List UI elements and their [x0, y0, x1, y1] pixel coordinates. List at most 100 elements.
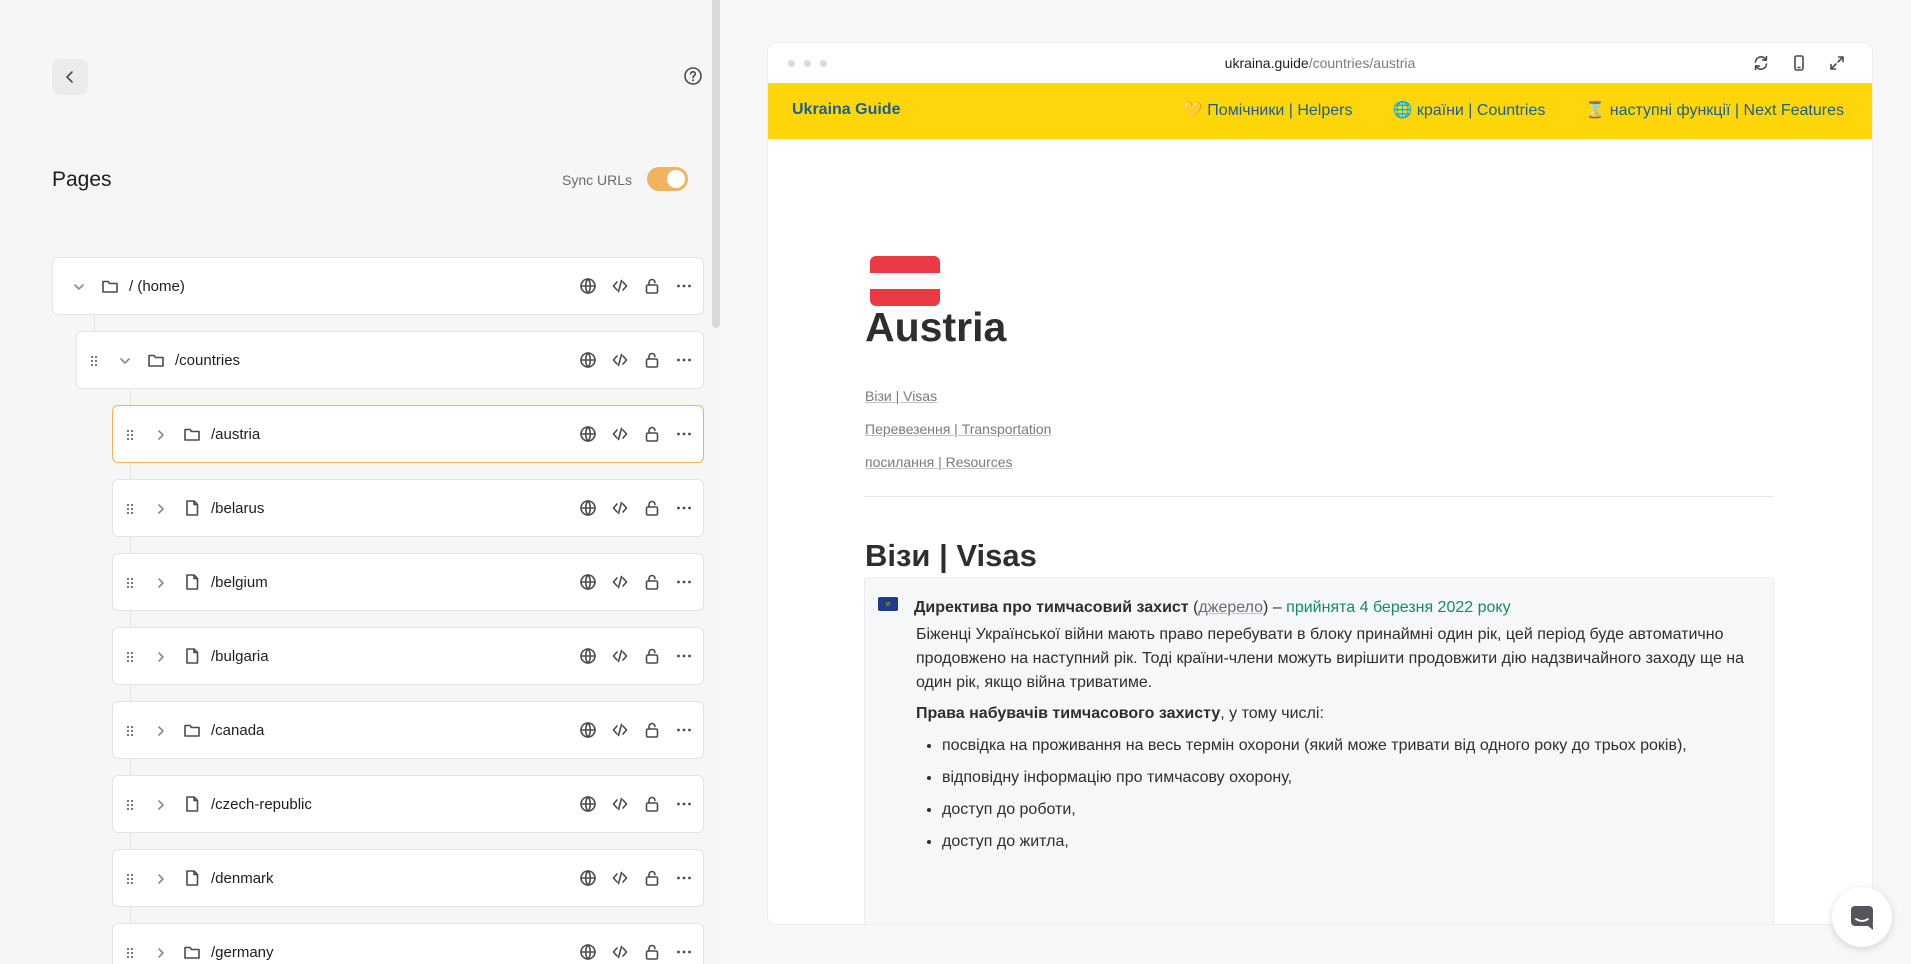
lock-icon[interactable] — [643, 277, 661, 295]
globe-icon[interactable] — [579, 943, 597, 961]
code-icon[interactable] — [611, 425, 629, 443]
lock-icon[interactable] — [643, 721, 661, 739]
more-icon[interactable] — [675, 795, 693, 813]
drag-handle-icon[interactable] — [125, 649, 135, 665]
source-open: ( — [1188, 599, 1199, 616]
chevron-right-icon[interactable] — [153, 871, 169, 887]
panel-scrollbar[interactable] — [712, 0, 720, 328]
more-icon[interactable] — [675, 499, 693, 517]
code-icon[interactable] — [611, 499, 629, 517]
mobile-view-button[interactable] — [1790, 54, 1808, 72]
callout-block: Директива про тимчасовий захист (джерело… — [864, 577, 1774, 924]
tree-row[interactable]: /canada — [112, 701, 704, 759]
globe-icon[interactable] — [579, 499, 597, 517]
nav-link-next-features[interactable]: ⌛ наступні функції | Next Features — [1585, 100, 1844, 120]
back-button[interactable] — [52, 59, 88, 95]
url-bar[interactable]: ukraina.guide/countries/austria — [768, 55, 1872, 71]
globe-icon[interactable] — [579, 721, 597, 739]
refresh-button[interactable] — [1752, 54, 1770, 72]
adopted-link[interactable]: прийнята 4 березня 2022 року — [1286, 599, 1510, 616]
lock-icon[interactable] — [643, 647, 661, 665]
tree-row[interactable]: /germany — [112, 923, 704, 964]
lock-icon[interactable] — [643, 425, 661, 443]
more-icon[interactable] — [675, 351, 693, 369]
globe-icon[interactable] — [579, 647, 597, 665]
sync-urls-toggle[interactable] — [647, 167, 688, 191]
pages-panel: Pages Sync URLs / (home) /countries/austr… — [0, 0, 720, 964]
drag-handle-icon[interactable] — [125, 945, 135, 961]
toc-link-visas[interactable]: Візи | Visas — [865, 388, 1051, 406]
nav-link-countries[interactable]: 🌐 країни | Countries — [1392, 100, 1545, 120]
drag-handle-icon[interactable] — [125, 501, 135, 517]
lock-icon[interactable] — [643, 943, 661, 961]
row-actions — [579, 499, 693, 517]
callout-body: Директива про тимчасовий захист (джерело… — [914, 596, 1754, 862]
chevron-down-icon[interactable] — [117, 353, 133, 369]
drag-handle-icon[interactable] — [125, 797, 135, 813]
chevron-right-icon[interactable] — [153, 649, 169, 665]
chevron-right-icon[interactable] — [153, 723, 169, 739]
code-icon[interactable] — [611, 573, 629, 591]
more-icon[interactable] — [675, 573, 693, 591]
more-icon[interactable] — [675, 943, 693, 961]
source-link[interactable]: джерело — [1198, 599, 1263, 616]
code-icon[interactable] — [611, 795, 629, 813]
lock-icon[interactable] — [643, 573, 661, 591]
nav-link-helpers[interactable]: 💛 Помічники | Helpers — [1183, 100, 1353, 120]
lock-icon[interactable] — [643, 869, 661, 887]
lock-icon[interactable] — [643, 351, 661, 369]
chevron-right-icon[interactable] — [153, 575, 169, 591]
rights-rest: , у тому числі: — [1220, 705, 1324, 722]
lock-icon[interactable] — [643, 795, 661, 813]
more-icon[interactable] — [675, 869, 693, 887]
toc-link-transportation[interactable]: Перевезення | Transportation — [865, 421, 1051, 439]
more-icon[interactable] — [675, 721, 693, 739]
drag-handle-icon[interactable] — [125, 575, 135, 591]
tree-row[interactable]: /countries — [76, 331, 704, 389]
globe-icon[interactable] — [579, 277, 597, 295]
globe-icon[interactable] — [579, 425, 597, 443]
drag-handle-icon[interactable] — [125, 723, 135, 739]
site-brand[interactable]: Ukraina Guide — [792, 101, 900, 119]
code-icon[interactable] — [611, 647, 629, 665]
code-icon[interactable] — [611, 351, 629, 369]
globe-icon[interactable] — [579, 869, 597, 887]
code-icon[interactable] — [611, 869, 629, 887]
more-icon[interactable] — [675, 425, 693, 443]
code-icon[interactable] — [611, 943, 629, 961]
lock-icon[interactable] — [643, 499, 661, 517]
code-icon[interactable] — [611, 277, 629, 295]
tree-row[interactable]: /bulgaria — [112, 627, 704, 685]
pages-title: Pages — [52, 168, 112, 191]
drag-handle-icon[interactable] — [89, 353, 99, 369]
tree-row-label: /canada — [211, 722, 265, 739]
chevron-right-icon[interactable] — [153, 945, 169, 961]
tree-row[interactable]: /austria — [112, 405, 704, 463]
globe-icon[interactable] — [579, 351, 597, 369]
tree-row-label: /belarus — [211, 500, 265, 517]
chevron-right-icon[interactable] — [153, 427, 169, 443]
row-actions — [579, 425, 693, 443]
chevron-right-icon[interactable] — [153, 501, 169, 517]
tree-row[interactable]: /czech-republic — [112, 775, 704, 833]
more-icon[interactable] — [675, 647, 693, 665]
tree-row[interactable]: /belarus — [112, 479, 704, 537]
fullscreen-button[interactable] — [1828, 54, 1846, 72]
page-title: Austria — [865, 304, 1007, 350]
more-icon[interactable] — [675, 277, 693, 295]
chevron-right-icon[interactable] — [153, 797, 169, 813]
code-icon[interactable] — [611, 721, 629, 739]
tree-row[interactable]: /denmark — [112, 849, 704, 907]
help-button[interactable] — [683, 66, 703, 86]
tree-row[interactable]: / (home) — [52, 257, 704, 315]
chat-button[interactable] — [1832, 887, 1892, 947]
drag-handle-icon[interactable] — [125, 427, 135, 443]
toc-link-resources[interactable]: посилання | Resources — [865, 454, 1051, 472]
browser-bar: ukraina.guide/countries/austria — [768, 43, 1872, 83]
globe-icon[interactable] — [579, 795, 597, 813]
chevron-down-icon[interactable] — [71, 279, 87, 295]
drag-handle-icon[interactable] — [125, 871, 135, 887]
tree-row[interactable]: /belgium — [112, 553, 704, 611]
refresh-icon — [1754, 55, 1768, 71]
globe-icon[interactable] — [579, 573, 597, 591]
